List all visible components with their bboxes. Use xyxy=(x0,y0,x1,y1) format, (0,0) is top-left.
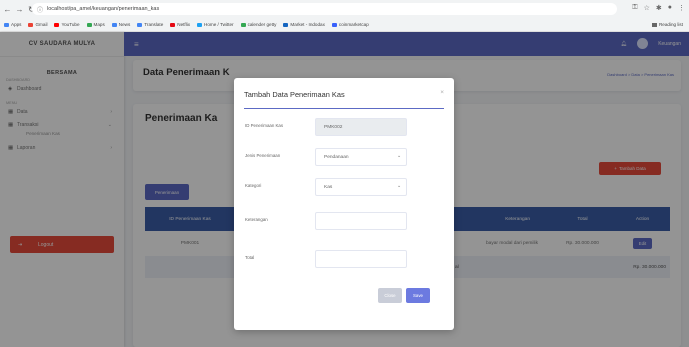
field-label: Jenis Penerimaan xyxy=(245,153,281,158)
close-button[interactable]: Close xyxy=(378,288,402,303)
kategori-select[interactable]: Kas ⌄ xyxy=(315,178,407,196)
field-kategori: Kategori Kas ⌄ xyxy=(245,178,445,198)
browser-actions: ⚿ ☆ ✱ ● ⋮ xyxy=(632,4,685,12)
close-icon[interactable]: × xyxy=(440,89,444,96)
jenis-penerimaan-select[interactable]: Pendanaan ⌄ xyxy=(315,148,407,166)
modal-title: Tambah Data Penerimaan Kas xyxy=(244,90,345,99)
field-id: ID Penerimaan Kas PMK002 xyxy=(245,118,445,138)
bookmark-apps[interactable]: Apps xyxy=(4,22,21,27)
field-total: Total xyxy=(245,250,445,270)
extensions-icon[interactable]: ✱ xyxy=(656,4,662,12)
bookmarks-bar: Apps Gmail YouTube Maps News Translate N… xyxy=(0,18,689,32)
app-page: CV SAUDARA MULYA BERSAMA DASHBOARD ◈ Dash… xyxy=(0,32,689,347)
modal-tambah-data: Tambah Data Penerimaan Kas × ID Penerima… xyxy=(234,78,454,330)
field-jenis: Jenis Penerimaan Pendanaan ⌄ xyxy=(245,148,445,168)
star-icon[interactable]: ☆ xyxy=(644,4,650,12)
id-penerimaan-input[interactable]: PMK002 xyxy=(315,118,407,136)
modal-header: Tambah Data Penerimaan Kas × xyxy=(244,78,444,109)
bookmark-translate[interactable]: Translate xyxy=(137,22,163,27)
bookmark-calender[interactable]: calender getty xyxy=(240,22,276,27)
field-label: Total xyxy=(245,255,255,260)
back-icon[interactable]: ← xyxy=(3,5,12,14)
bookmark-coinmarketcap[interactable]: coinmarketcap xyxy=(331,22,369,27)
chevron-down-icon: ⌄ xyxy=(396,154,401,159)
menu-icon[interactable]: ⋮ xyxy=(678,4,685,12)
key-icon[interactable]: ⚿ xyxy=(632,4,637,12)
save-button[interactable]: Save xyxy=(406,288,430,303)
reading-list[interactable]: Reading list xyxy=(651,22,683,27)
bookmark-maps[interactable]: Maps xyxy=(86,22,105,27)
info-icon[interactable]: ⓘ xyxy=(37,5,43,14)
bookmark-news[interactable]: News xyxy=(111,22,130,27)
bookmark-indodax[interactable]: Market - Indodax xyxy=(283,22,325,27)
url-text[interactable]: localhost/pa_amel/keuangan/penerimaan_ka… xyxy=(47,6,159,12)
forward-icon[interactable]: → xyxy=(15,5,24,14)
field-label: Keterangan xyxy=(245,217,268,222)
field-label: ID Penerimaan Kas xyxy=(245,123,284,128)
keterangan-input[interactable] xyxy=(315,212,407,230)
bookmark-netflix[interactable]: Netflix xyxy=(170,22,190,27)
address-bar[interactable]: ⓘ localhost/pa_amel/keuangan/penerimaan_… xyxy=(32,3,617,15)
chevron-down-icon: ⌄ xyxy=(396,184,401,189)
bookmark-youtube[interactable]: YouTube xyxy=(54,22,80,27)
bookmark-gmail[interactable]: Gmail xyxy=(28,22,47,27)
profile-icon[interactable]: ● xyxy=(668,4,672,12)
bookmark-twitter[interactable]: Home / Twitter xyxy=(197,22,234,27)
total-input[interactable] xyxy=(315,250,407,268)
field-keterangan: Keterangan xyxy=(245,212,445,232)
field-label: Kategori xyxy=(245,183,262,188)
